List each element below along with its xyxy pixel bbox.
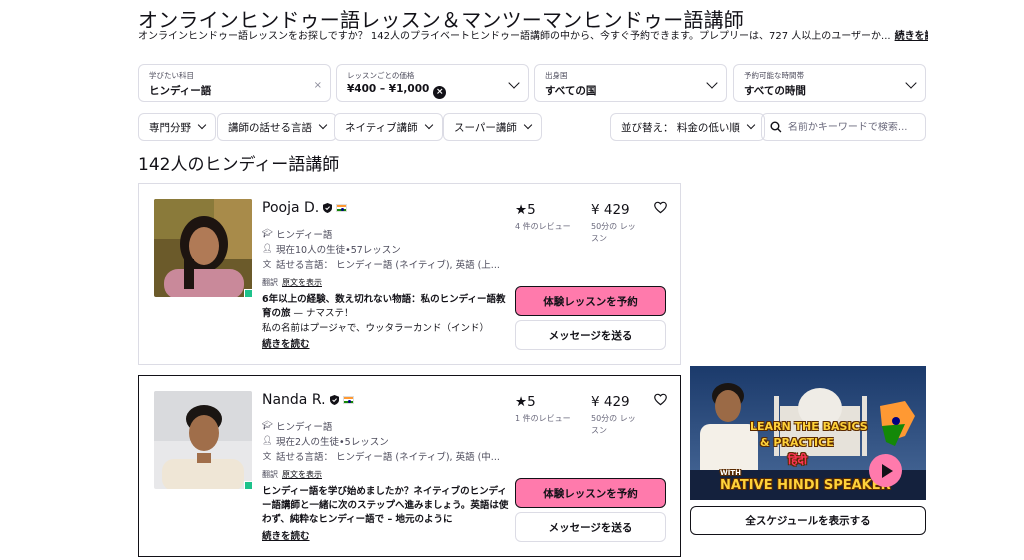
heart-icon[interactable] — [654, 201, 667, 214]
review-count: 1 件のレビュー — [515, 414, 571, 423]
native-tutor-dropdown[interactable]: ネイティブ講師 — [334, 113, 443, 141]
heart-icon[interactable] — [654, 393, 667, 406]
rating: ★5 — [515, 394, 536, 410]
languages-line: 文話せる言語： ヒンディー語 (ネイティブ), 英語 (中... — [262, 452, 500, 463]
subject-line: 🎓︎ ヒンディー語 — [262, 229, 333, 241]
languages-line: 文話せる言語： ヒンディー語 (ネイティブ), 英語 (上... — [262, 260, 500, 271]
lesson-duration: 50分の レッスン — [591, 222, 636, 243]
rating: ★5 — [515, 202, 536, 218]
lesson-price: ¥ 429 — [591, 202, 630, 218]
price-filter-value: ¥400 – ¥1,000 × — [347, 83, 518, 99]
tutor-headline: ヒンディー語を学び始めましたか？ネイティブのヒンディー語講師と一緒に次のステップ… — [262, 486, 509, 525]
star-icon: ★ — [515, 394, 528, 410]
students-line: 👤︎ 現在2人の生徒•5レッスン — [262, 436, 389, 448]
video-text-line1: LEARN THE BASICS — [750, 420, 868, 433]
page-subtitle: オンラインヒンドゥー語レッスンをお探しですか？ 142人のプライベートヒンドゥー… — [138, 27, 928, 42]
price-filter-label: レッスンごとの価格 — [347, 71, 415, 80]
subtitle-read-more-link[interactable]: 続きを読む — [895, 31, 928, 42]
tutor-card[interactable]: Pooja D. 🎓︎ ヒンディー語 👤︎ 現在10人の生徒•57レッスン 文話せる… — [138, 183, 681, 365]
graduation-cap-icon: 🎓︎ — [262, 421, 273, 431]
video-text-line5: NATIVE HINDI SPEAKER — [720, 478, 891, 493]
country-filter-value: すべての国 — [545, 85, 597, 97]
translation-note: 翻訳 原文を表示 — [262, 470, 322, 479]
tutor-description: 私の名前はプージャで、ウッタラーカンド（インド） — [262, 323, 489, 334]
price-filter[interactable]: レッスンごとの価格 ¥400 – ¥1,000 × — [336, 64, 529, 102]
time-filter-label: 予約可能な時間帯 — [744, 71, 804, 80]
tutor-name-row: Nanda R. — [262, 392, 354, 408]
subject-clear-icon[interactable]: × — [314, 80, 322, 91]
verified-shield-icon — [323, 203, 333, 213]
video-text-line3: हिंदी — [788, 453, 807, 467]
tutor-name[interactable]: Pooja D. — [262, 200, 319, 216]
country-filter-label: 出身国 — [545, 71, 568, 80]
lesson-duration: 50分の レッスン — [591, 414, 636, 435]
read-more-link[interactable]: 続きを読む — [262, 528, 310, 542]
chevron-down-icon — [318, 120, 328, 130]
verified-shield-icon — [329, 395, 339, 405]
show-original-link[interactable]: 原文を表示 — [282, 470, 322, 479]
chevron-down-icon — [197, 120, 207, 130]
review-count: 4 件のレビュー — [515, 222, 571, 231]
tutor-headline: 6年以上の経験、数え切れない物語：私のヒンディー語教育の旅 — ナマステ！ — [262, 294, 506, 319]
view-schedule-button[interactable]: 全スケジュールを表示する — [690, 506, 926, 535]
person-icon: 👤︎ — [262, 244, 273, 254]
star-icon: ★ — [515, 202, 528, 218]
play-button[interactable] — [869, 454, 902, 487]
tutor-language-dropdown[interactable]: 講師の話せる言語 — [217, 113, 337, 141]
translation-note: 翻訳 原文を表示 — [262, 278, 322, 287]
send-message-button[interactable]: メッセージを送る — [515, 512, 666, 542]
book-trial-button[interactable]: 体験レッスンを予約 — [515, 478, 666, 508]
online-status-icon — [244, 289, 253, 298]
graduation-cap-icon: 🎓︎ — [262, 229, 273, 239]
tutor-photo[interactable] — [154, 199, 252, 297]
search-input[interactable] — [787, 121, 917, 133]
results-heading: 142人のヒンディー語講師 — [138, 155, 340, 175]
tutor-name[interactable]: Nanda R. — [262, 392, 326, 408]
search-icon — [770, 121, 782, 133]
translate-icon: 文 — [262, 452, 272, 462]
country-filter[interactable]: 出身国 すべての国 — [534, 64, 727, 102]
video-text-line4: WITH — [720, 469, 741, 477]
subject-filter[interactable]: 学びたい科目 ヒンディー語 × — [138, 64, 331, 102]
india-flag-icon — [342, 396, 354, 404]
price-clear-icon[interactable]: × — [433, 85, 447, 99]
online-status-icon — [244, 481, 253, 490]
read-more-link[interactable]: 続きを読む — [262, 336, 310, 350]
tutor-card[interactable]: Nanda R. 🎓︎ ヒンディー語 👤︎ 現在2人の生徒•5レッスン 文話せる言語… — [138, 375, 681, 557]
lesson-price: ¥ 429 — [591, 394, 630, 410]
students-line: 👤︎ 現在10人の生徒•57レッスン — [262, 244, 401, 256]
subject-filter-label: 学びたい科目 — [149, 71, 194, 80]
play-icon — [881, 463, 893, 478]
chevron-down-icon — [523, 120, 533, 130]
time-filter-value: すべての時間 — [744, 85, 806, 97]
keyword-search[interactable] — [761, 113, 926, 141]
super-tutor-dropdown[interactable]: スーパー講師 — [443, 113, 542, 141]
tutor-photo[interactable] — [154, 391, 252, 489]
intro-video-thumbnail[interactable]: LEARN THE BASICS & PRACTICE हिंदी WITH N… — [690, 366, 926, 500]
chevron-down-icon — [424, 120, 433, 130]
book-trial-button[interactable]: 体験レッスンを予約 — [515, 286, 666, 316]
video-text-line2: & PRACTICE — [760, 436, 834, 449]
time-filter[interactable]: 予約可能な時間帯 すべての時間 — [733, 64, 926, 102]
tutor-name-row: Pooja D. — [262, 200, 348, 216]
subject-filter-value: ヒンディー語 — [149, 85, 212, 97]
send-message-button[interactable]: メッセージを送る — [515, 320, 666, 350]
person-icon: 👤︎ — [262, 436, 273, 446]
specialty-dropdown[interactable]: 専門分野 — [138, 113, 216, 141]
india-flag-icon — [336, 204, 348, 212]
subject-line: 🎓︎ ヒンディー語 — [262, 421, 333, 433]
translate-icon: 文 — [262, 260, 272, 270]
sort-dropdown[interactable]: 並び替え： 料金の低い順 — [610, 113, 765, 141]
chevron-down-icon — [746, 120, 756, 130]
show-original-link[interactable]: 原文を表示 — [282, 278, 322, 287]
